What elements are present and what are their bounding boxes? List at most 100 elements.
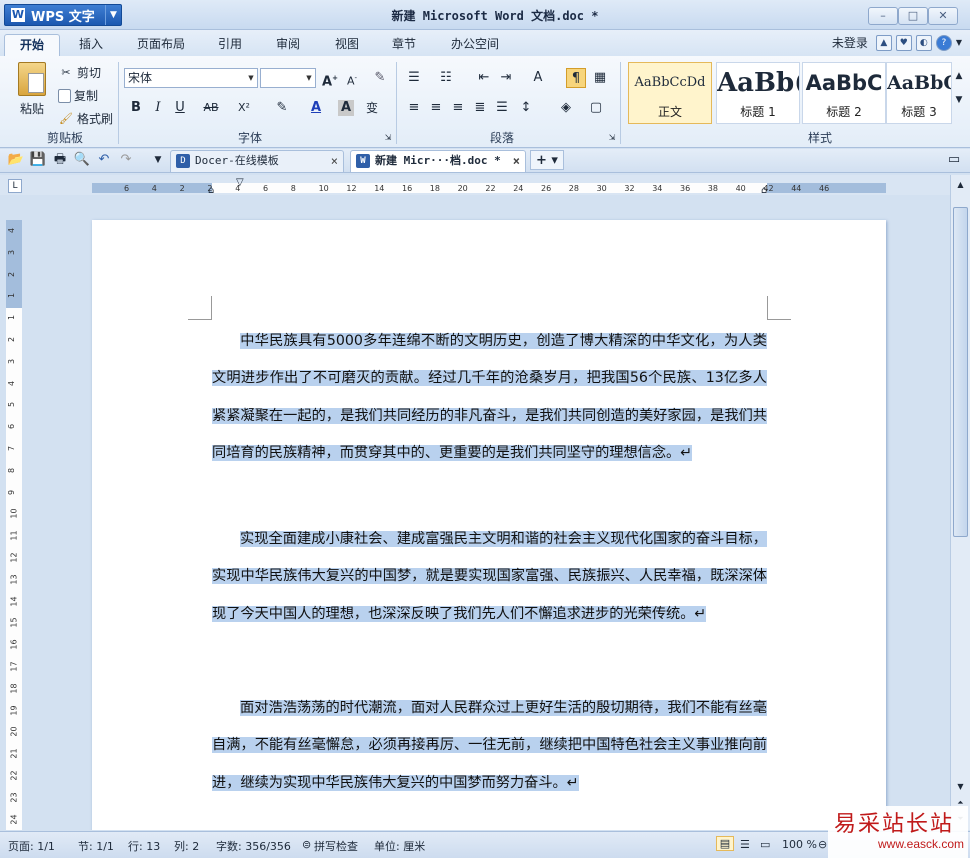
decrease-indent-icon[interactable]: ⇤ bbox=[474, 68, 494, 88]
style-heading-3[interactable]: AaBbC 标题 3 bbox=[886, 62, 952, 124]
spell-check-icon[interactable]: ⊜ bbox=[302, 838, 311, 851]
tab-insert[interactable]: 插入 bbox=[66, 34, 116, 56]
open-icon[interactable]: 📂 bbox=[6, 150, 26, 170]
selected-text[interactable]: 中华民族具有5000多年连绵不断的文明历史，创造了博大精深的中华文化，为人类文明… bbox=[212, 333, 767, 462]
help-icon[interactable]: ? bbox=[935, 34, 952, 51]
help-dropdown-icon[interactable]: ▼ bbox=[956, 38, 962, 47]
scroll-up-icon[interactable]: ▲ bbox=[953, 177, 968, 192]
customize-quick-access-icon[interactable]: ▼ bbox=[148, 150, 168, 170]
undo-icon[interactable]: ↶ bbox=[94, 150, 114, 170]
right-indent-marker[interactable]: ⌂ bbox=[761, 185, 767, 196]
zoom-level[interactable]: 100 % bbox=[782, 838, 817, 851]
justify-icon[interactable]: ≣ bbox=[470, 98, 490, 118]
tab-view[interactable]: 视图 bbox=[325, 34, 369, 56]
close-window-button[interactable]: ✕ bbox=[928, 7, 958, 25]
horizontal-ruler[interactable]: L 6 4 2 2 4 6 8 10 12 14 16 18 20 22 24 26 28 30 32 34 36 38 4… bbox=[0, 175, 950, 196]
redo-icon[interactable]: ↷ bbox=[116, 150, 136, 170]
close-icon[interactable]: × bbox=[331, 151, 338, 171]
cut-button[interactable]: ✂ 剪切 bbox=[58, 64, 101, 81]
collapse-ribbon-icon[interactable]: ▲ bbox=[875, 34, 892, 51]
show-marks-icon[interactable]: ¶ bbox=[566, 68, 586, 88]
document-page[interactable]: 中华民族具有5000多年连绵不断的文明历史，创造了博大精深的中华文化，为人类文明… bbox=[92, 220, 886, 830]
first-line-indent-marker[interactable]: ▽ bbox=[236, 177, 244, 188]
superscript-button[interactable]: X² bbox=[234, 98, 254, 118]
align-left-icon[interactable]: ≡ bbox=[404, 98, 424, 118]
vertical-scrollbar[interactable]: ▲ ▼ ⏶ ⏷ bbox=[950, 175, 970, 830]
close-icon[interactable]: × bbox=[513, 151, 520, 171]
maximize-button[interactable]: □ bbox=[898, 7, 928, 25]
font-color-button[interactable]: A bbox=[306, 98, 326, 118]
status-word-count[interactable]: 字数: 356/356 bbox=[216, 838, 291, 854]
selected-text[interactable]: 面对浩浩荡荡的时代潮流，面对人民群众过上更好生活的殷切期待，我们不能有丝毫自满，… bbox=[212, 700, 767, 791]
outline-view-icon[interactable]: ☰ bbox=[740, 838, 750, 851]
tab-current-document[interactable]: W 新建 Micr···档.doc * × bbox=[350, 150, 526, 172]
print-preview-icon[interactable]: 🔍 bbox=[72, 150, 92, 170]
tab-references[interactable]: 引用 bbox=[208, 34, 252, 56]
tab-page-layout[interactable]: 页面布局 bbox=[128, 34, 194, 56]
underline-button[interactable]: U bbox=[170, 98, 190, 118]
tab-chapter[interactable]: 章节 bbox=[382, 34, 426, 56]
phonetic-guide-button[interactable]: 变 bbox=[362, 98, 382, 118]
chinese-layout-icon[interactable]: A bbox=[528, 68, 548, 88]
format-painter-button[interactable]: 🖌 格式刷 bbox=[58, 110, 113, 127]
page-view-icon[interactable]: ▤ bbox=[716, 836, 734, 851]
style-heading-1[interactable]: AaBb( 标题 1 bbox=[716, 62, 800, 124]
table-grid-icon[interactable]: ▦ bbox=[590, 68, 610, 88]
align-right-icon[interactable]: ≡ bbox=[448, 98, 468, 118]
scrollbar-thumb[interactable] bbox=[953, 207, 968, 537]
bullet-list-icon[interactable]: ☰ bbox=[404, 68, 424, 88]
borders-icon[interactable]: ▢ bbox=[586, 98, 606, 118]
paragraph[interactable]: 实现全面建成小康社会、建成富强民主文明和谐的社会主义现代化国家的奋斗目标，实现中… bbox=[212, 521, 767, 633]
login-status[interactable]: 未登录 bbox=[832, 34, 868, 51]
paragraph[interactable]: 中华民族具有5000多年连绵不断的文明历史，创造了博大精深的中华文化，为人类文明… bbox=[212, 323, 767, 473]
font-size-select[interactable]: ▼ bbox=[260, 68, 316, 88]
tab-review[interactable]: 审阅 bbox=[266, 34, 310, 56]
styles-scroll-up-icon[interactable]: ▲ bbox=[952, 66, 966, 86]
tab-office-space[interactable]: 办公空间 bbox=[442, 34, 508, 56]
increase-indent-icon[interactable]: ⇥ bbox=[496, 68, 516, 88]
document-canvas[interactable]: 中华民族具有5000多年连绵不断的文明历史，创造了博大精深的中华文化，为人类文明… bbox=[24, 196, 950, 830]
grow-font-icon[interactable]: A+ bbox=[320, 68, 340, 89]
italic-button[interactable]: I bbox=[148, 98, 168, 118]
distributed-icon[interactable]: ☰ bbox=[492, 98, 512, 118]
skin-icon[interactable]: ♥ bbox=[895, 34, 912, 51]
bold-button[interactable]: B bbox=[126, 98, 146, 118]
tab-stop-selector[interactable]: L bbox=[8, 179, 22, 193]
style-normal[interactable]: AaBbCcDd 正文 bbox=[628, 62, 712, 124]
scroll-down-icon[interactable]: ▼ bbox=[953, 779, 968, 794]
status-page[interactable]: 页面: 1/1 bbox=[8, 838, 55, 854]
wps-menu-button[interactable]: W WPS 文字 ▼ bbox=[4, 4, 122, 26]
paragraph-dialog-launcher-icon[interactable]: ⇲ bbox=[602, 128, 622, 148]
shading-icon[interactable]: ◈ bbox=[556, 98, 576, 118]
status-unit[interactable]: 单位: 厘米 bbox=[374, 838, 425, 854]
minimize-button[interactable]: – bbox=[868, 7, 898, 25]
clear-format-icon[interactable]: ✎ bbox=[370, 68, 390, 88]
line-spacing-icon[interactable]: ↕ bbox=[516, 98, 536, 118]
shrink-font-icon[interactable]: A- bbox=[342, 68, 362, 88]
selected-text[interactable]: 实现全面建成小康社会、建成富强民主文明和谐的社会主义现代化国家的奋斗目标，实现中… bbox=[212, 531, 767, 622]
paragraph[interactable]: 面对浩浩荡荡的时代潮流，面对人民群众过上更好生活的殷切期待，我们不能有丝毫自满，… bbox=[212, 690, 767, 802]
chevron-down-icon[interactable]: ▼ bbox=[105, 5, 121, 25]
align-center-icon[interactable]: ≡ bbox=[426, 98, 446, 118]
numbered-list-icon[interactable]: ☷ bbox=[436, 68, 456, 88]
font-dialog-launcher-icon[interactable]: ⇲ bbox=[378, 128, 398, 148]
new-tab-button[interactable]: + ▾ bbox=[530, 150, 564, 170]
style-heading-2[interactable]: AaBbC 标题 2 bbox=[802, 62, 886, 124]
tab-home[interactable]: 开始 bbox=[4, 34, 60, 56]
char-shading-button[interactable]: A bbox=[338, 100, 354, 116]
left-indent-marker[interactable]: ⌂ bbox=[208, 185, 214, 196]
copy-button[interactable]: 复制 bbox=[58, 87, 98, 104]
zoom-out-icon[interactable]: ⊖ bbox=[818, 838, 827, 851]
font-name-select[interactable]: 宋体 ▼ bbox=[124, 68, 258, 88]
tab-docer-templates[interactable]: D Docer-在线模板 × bbox=[170, 150, 344, 172]
share-icon[interactable]: ◐ bbox=[915, 34, 932, 51]
highlight-icon[interactable]: ✎ bbox=[272, 98, 292, 118]
print-icon[interactable]: 🖶 bbox=[50, 150, 70, 170]
paste-button[interactable]: 粘贴 bbox=[12, 62, 52, 117]
styles-scroll-down-icon[interactable]: ▼ bbox=[952, 90, 966, 110]
strikethrough-button[interactable]: AB bbox=[200, 98, 222, 118]
tab-list-icon[interactable]: ▭ bbox=[944, 150, 964, 170]
web-view-icon[interactable]: ▭ bbox=[760, 838, 770, 851]
status-spell-check[interactable]: 拼写检查 bbox=[314, 838, 358, 854]
save-icon[interactable]: 💾 bbox=[28, 150, 48, 170]
